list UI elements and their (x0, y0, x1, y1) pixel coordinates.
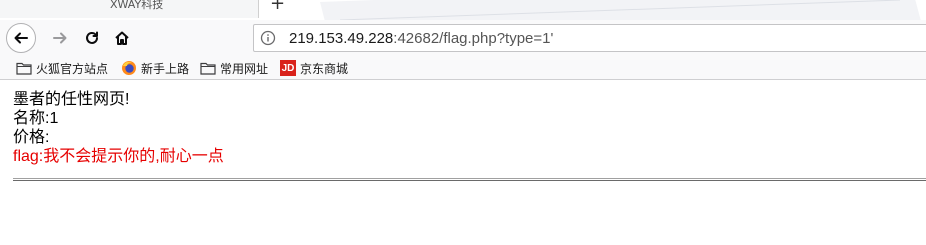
bookmark-common-sites[interactable]: 常用网址 (200, 59, 268, 77)
url-text[interactable]: 219.153.49.228:42682/flag.php?type=1' (289, 30, 553, 47)
info-icon[interactable] (260, 30, 276, 46)
folder-icon (16, 62, 32, 75)
home-icon (115, 31, 129, 45)
bookmark-firefox-official[interactable]: 火狐官方站点 (16, 59, 108, 77)
bookmarks-toolbar: 火狐官方站点 新手上路 常用网址 JD 京东商城 (0, 56, 926, 80)
home-button[interactable] (108, 24, 136, 52)
new-tab-button[interactable]: + (270, 0, 285, 14)
page-content: 墨者的任性网页! 名称:1 价格: flag:我不会提示你的,耐心一点 (13, 90, 926, 166)
bookmark-label: 火狐官方站点 (36, 61, 109, 76)
address-bar[interactable]: 219.153.49.228:42682/flag.php?type=1' (253, 24, 926, 52)
horizontal-rule (13, 178, 926, 180)
folder-icon (200, 62, 216, 75)
back-button[interactable] (6, 23, 36, 53)
tab-title: XWAY科技 (110, 0, 164, 11)
name-line: 名称:1 (13, 110, 59, 127)
firefox-icon (122, 61, 136, 75)
back-arrow-icon (14, 32, 28, 44)
bookmark-label: 常用网址 (220, 61, 269, 76)
bookmark-label: 新手上路 (141, 61, 190, 76)
reload-icon (86, 31, 98, 44)
url-host: 219.153.49.228 (289, 30, 394, 47)
bookmark-getting-started[interactable]: 新手上路 (121, 59, 189, 77)
bookmark-jd-mall[interactable]: JD 京东商城 (280, 59, 348, 77)
reload-button[interactable] (78, 24, 106, 52)
page-heading: 墨者的任性网页! (13, 91, 130, 108)
url-path: :42682/flag.php?type=1' (393, 30, 554, 47)
active-tab[interactable]: XWAY科技 (0, 0, 259, 18)
jd-icon: JD (280, 60, 296, 76)
forward-button[interactable] (46, 24, 74, 52)
navigation-toolbar: 219.153.49.228:42682/flag.php?type=1' (0, 20, 926, 56)
bookmark-label: 京东商城 (300, 61, 349, 76)
tab-strip: XWAY科技 + (0, 0, 926, 20)
price-line: 价格: (13, 129, 50, 146)
flag-line: flag:我不会提示你的,耐心一点 (13, 148, 224, 165)
forward-arrow-icon (53, 32, 67, 44)
